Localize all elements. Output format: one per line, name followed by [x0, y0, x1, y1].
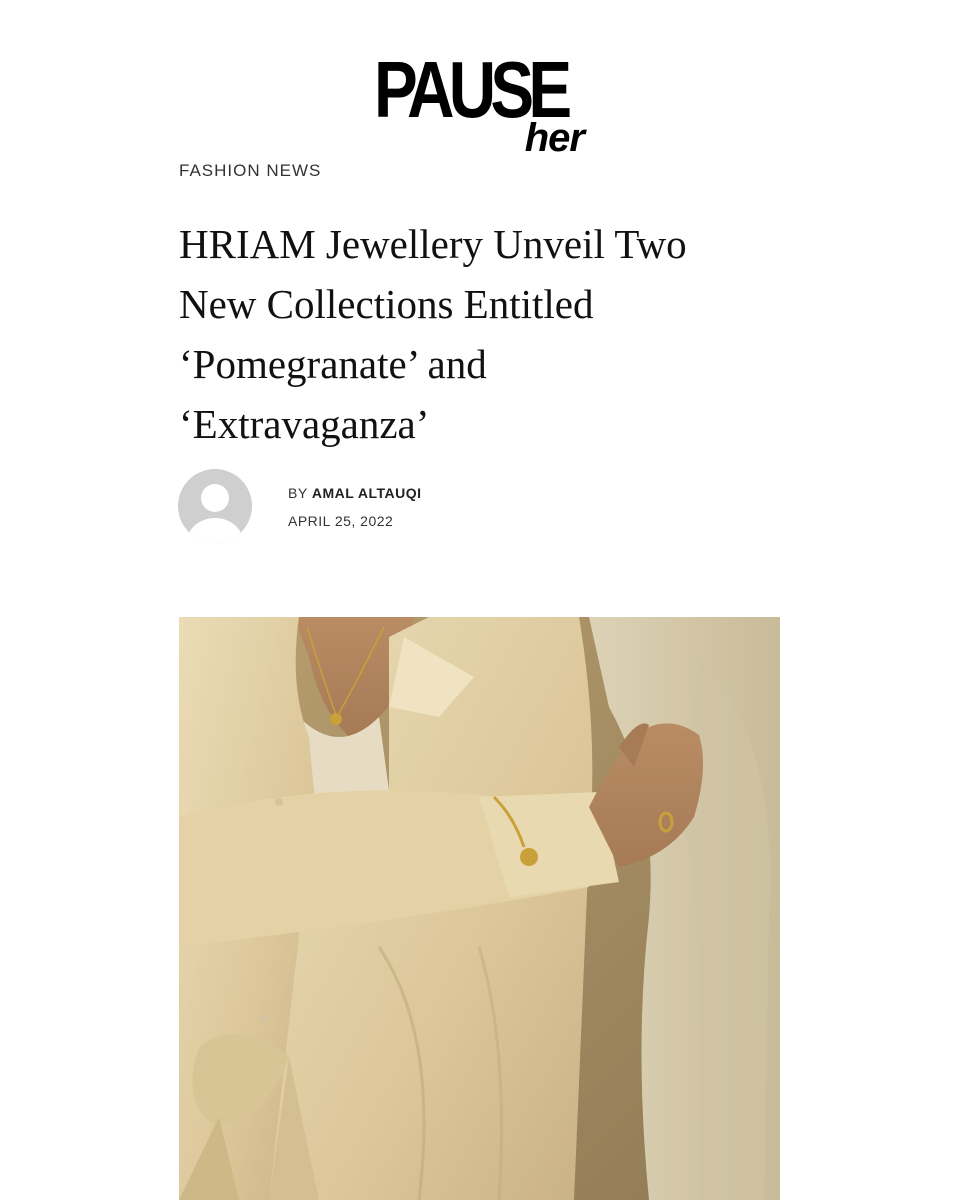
author-avatar[interactable] — [177, 468, 253, 544]
article-hero-image — [179, 617, 780, 1200]
title-line: ‘Extravaganza’ — [179, 401, 430, 447]
title-line: ‘Pomegranate’ and — [179, 341, 487, 387]
site-logo[interactable]: PAUSE her — [374, 50, 590, 162]
byline-prefix: BY — [288, 485, 308, 501]
title-line: New Collections Entitled — [179, 281, 594, 327]
title-line: HRIAM Jewellery Unveil Two — [179, 221, 687, 267]
author-name[interactable]: AMAL ALTAUQI — [312, 485, 422, 501]
user-placeholder-icon — [178, 469, 252, 543]
byline: BY AMAL ALTAUQI — [288, 485, 422, 501]
article-title: HRIAM Jewellery Unveil Two New Collectio… — [179, 214, 799, 454]
hero-photo — [179, 617, 780, 1200]
publish-date: APRIL 25, 2022 — [288, 513, 394, 529]
logo-subbrand: her — [524, 116, 585, 160]
article-category[interactable]: FASHION NEWS — [179, 161, 321, 181]
